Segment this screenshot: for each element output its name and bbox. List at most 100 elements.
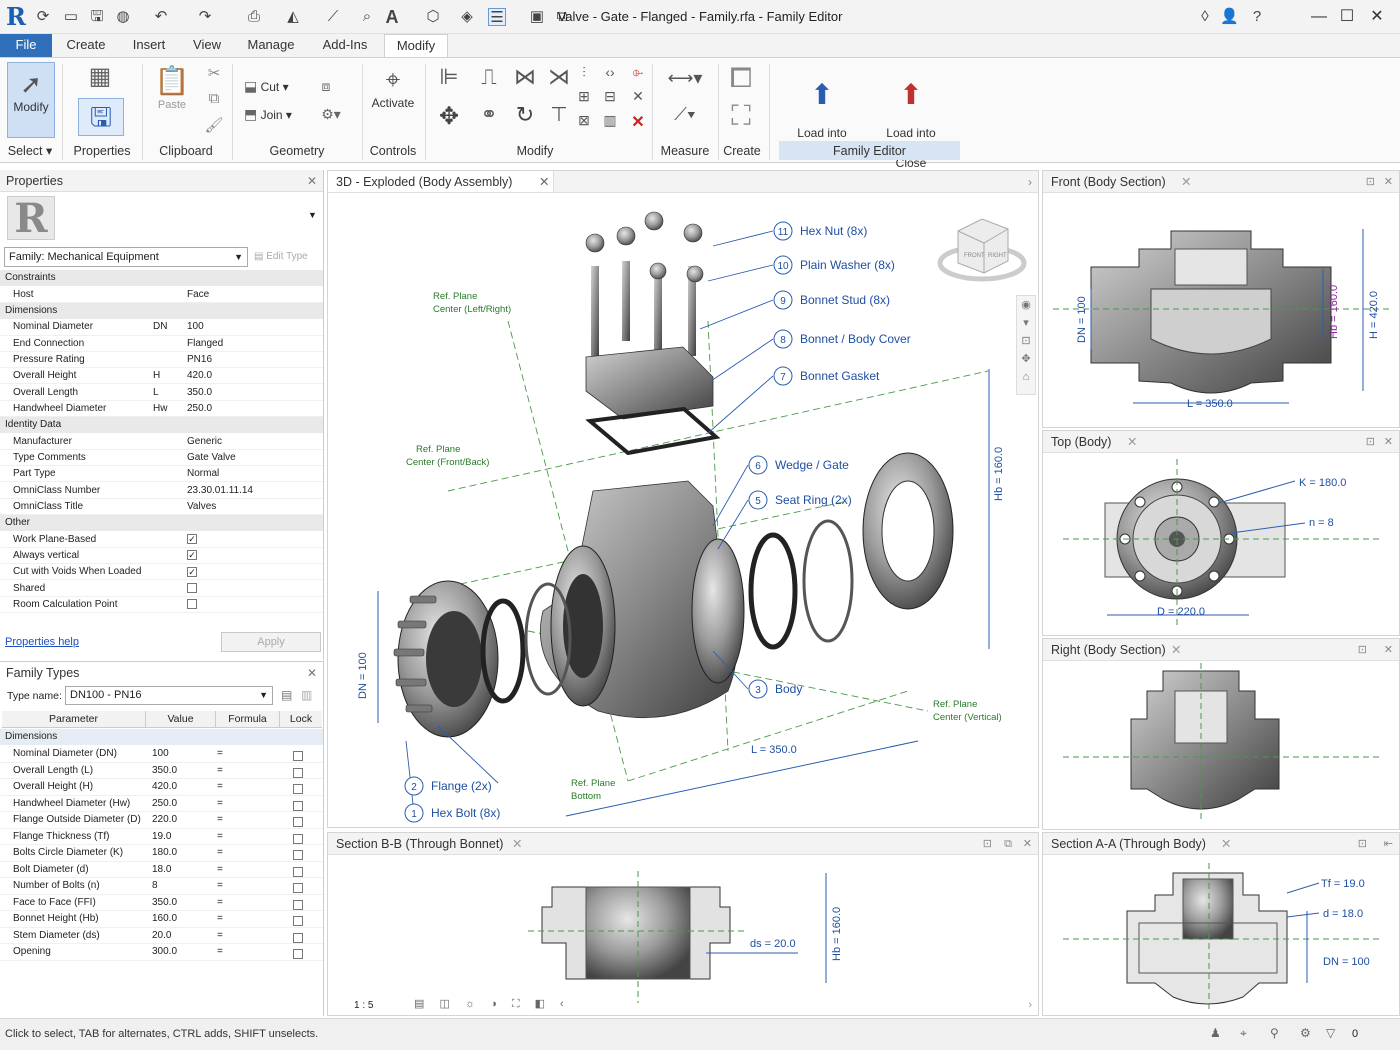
- property-row[interactable]: Room Calculation Point: [0, 597, 323, 614]
- property-group-header[interactable]: Dimensions: [0, 302, 323, 319]
- parameter-value[interactable]: 8: [152, 878, 158, 894]
- parameter-formula[interactable]: =: [217, 763, 223, 779]
- family-type-parameter-row[interactable]: Bolt Diameter (d) 18.0 =: [0, 862, 323, 878]
- help-icon[interactable]: ?: [1248, 8, 1266, 26]
- property-row[interactable]: Shared: [0, 581, 323, 597]
- parameter-formula[interactable]: =: [217, 829, 223, 845]
- property-group-header[interactable]: Other: [0, 515, 323, 532]
- family-selector[interactable]: Family: Mechanical Equipment ▼: [4, 247, 248, 267]
- editable-icon[interactable]: ⌖: [1240, 1026, 1247, 1041]
- rotate-icon[interactable]: ↻: [510, 102, 540, 128]
- close-hidden-icon[interactable]: ▣: [528, 8, 546, 26]
- property-row[interactable]: End Connection Flanged: [0, 336, 323, 352]
- parameter-formula[interactable]: =: [217, 845, 223, 861]
- cut-scissors-icon[interactable]: ✂: [204, 64, 224, 82]
- property-value[interactable]: Generic: [187, 434, 222, 450]
- close-family-types-icon[interactable]: ✕: [307, 662, 317, 684]
- scale-icon[interactable]: ⊠: [574, 112, 594, 129]
- viewcube-front-face[interactable]: FRONT: [964, 253, 985, 259]
- minimize-button[interactable]: —: [1308, 6, 1330, 28]
- family-type-parameter-row[interactable]: Overall Length (L) 350.0 =: [0, 763, 323, 779]
- property-row[interactable]: Pressure Rating PN16: [0, 352, 323, 369]
- user-icon[interactable]: 👤: [1220, 8, 1239, 26]
- pin-icon[interactable]: ⌱: [628, 64, 648, 81]
- type-dropdown-arrow-icon[interactable]: ▼: [308, 210, 317, 220]
- family-type-parameter-row[interactable]: Bolts Circle Diameter (K) 180.0 =: [0, 845, 323, 862]
- 3d-view-icon[interactable]: ⬡: [424, 8, 442, 26]
- close-window-button[interactable]: ✕: [1366, 6, 1388, 28]
- array-icon[interactable]: ⊟: [600, 88, 620, 105]
- detail-level-icon[interactable]: ▤: [414, 998, 424, 1010]
- column-header-lock[interactable]: Lock: [280, 711, 322, 728]
- property-checkbox[interactable]: ✓: [187, 564, 197, 580]
- property-value[interactable]: Gate Valve: [187, 450, 236, 466]
- move-icon[interactable]: ✥: [434, 102, 464, 131]
- property-row[interactable]: OmniClass Number 23.30.01.11.14: [0, 483, 323, 499]
- property-row[interactable]: Nominal Diameter DN 100: [0, 319, 323, 336]
- print-icon[interactable]: ⎙: [245, 8, 263, 26]
- family-type-parameter-row[interactable]: Overall Height (H) 420.0 =: [0, 779, 323, 796]
- parameter-formula[interactable]: =: [217, 895, 223, 911]
- property-value[interactable]: 23.30.01.11.14: [187, 483, 253, 499]
- parameter-value[interactable]: 100: [152, 746, 169, 762]
- split-icon[interactable]: ⫶: [574, 64, 594, 81]
- property-value[interactable]: 350.0: [187, 385, 212, 401]
- family-types-group-header[interactable]: Dimensions: [0, 729, 323, 745]
- property-row[interactable]: Overall Height H 420.0: [0, 368, 323, 385]
- type-name-dropdown[interactable]: DN100 - PN16 ▼: [65, 686, 273, 705]
- scroll-left-icon[interactable]: ‹: [560, 998, 564, 1010]
- view-front[interactable]: Front (Body Section) ✕ ⊡ ✕ DN = 100 Hb =…: [1042, 170, 1400, 428]
- property-value[interactable]: PN16: [187, 352, 212, 368]
- family-type-parameter-row[interactable]: Opening 300.0 =: [0, 944, 323, 961]
- parameter-formula[interactable]: =: [217, 746, 223, 762]
- parameter-formula[interactable]: =: [217, 928, 223, 944]
- parameter-value[interactable]: 300.0: [152, 944, 177, 960]
- parameter-value[interactable]: 20.0: [152, 928, 171, 944]
- new-type-icon[interactable]: ▤: [281, 688, 292, 702]
- property-row[interactable]: Cut with Voids When Loaded ✓: [0, 564, 323, 581]
- copy-element-icon[interactable]: ⚭: [474, 102, 504, 127]
- family-type-parameter-row[interactable]: Stem Diameter (ds) 20.0 =: [0, 928, 323, 944]
- zoom-icon[interactable]: ▾: [1017, 314, 1035, 332]
- family-type-parameter-row[interactable]: Handwheel Diameter (Hw) 250.0 =: [0, 796, 323, 812]
- measure-icon[interactable]: ◭: [284, 8, 302, 26]
- parameter-formula[interactable]: =: [217, 812, 223, 828]
- parameter-value[interactable]: 18.0: [152, 862, 171, 878]
- property-row[interactable]: Handwheel Diameter Hw 250.0: [0, 401, 323, 418]
- family-type-parameter-row[interactable]: Number of Bolts (n) 8 =: [0, 878, 323, 895]
- section-icon[interactable]: ◈: [458, 8, 476, 26]
- revit-logo[interactable]: R: [6, 4, 26, 30]
- property-group-header[interactable]: Constraints: [0, 270, 323, 286]
- worksets-icon[interactable]: ♟: [1210, 1026, 1221, 1040]
- property-row[interactable]: Part Type Normal: [0, 466, 323, 483]
- cut-geometry-button[interactable]: ⬓ Cut ▾: [244, 78, 314, 95]
- apply-button[interactable]: Apply: [221, 632, 321, 652]
- wall-joins-icon[interactable]: ⧈: [316, 78, 336, 95]
- maximize-button[interactable]: ☐: [1336, 6, 1358, 28]
- properties-help-link[interactable]: Properties help: [5, 636, 79, 648]
- select-pinned-icon[interactable]: ⚙: [1300, 1026, 1311, 1040]
- tag-icon[interactable]: ⌕: [358, 8, 376, 26]
- copy-icon[interactable]: ⧉: [204, 90, 224, 107]
- view-top[interactable]: Top (Body) ✕ ⊡ ✕ K = 180.0 n = 8 D = 220…: [1042, 430, 1400, 636]
- family-type-parameter-row[interactable]: Face to Face (FFI) 350.0 =: [0, 895, 323, 911]
- new-icon[interactable]: ▭: [62, 8, 80, 26]
- view-scale[interactable]: 1 : 5: [354, 1000, 373, 1011]
- undo-icon[interactable]: ↶: [152, 8, 170, 26]
- property-checkbox[interactable]: [187, 597, 197, 613]
- column-header-formula[interactable]: Formula: [216, 711, 280, 728]
- property-row[interactable]: Host Face: [0, 287, 323, 303]
- parameter-formula[interactable]: =: [217, 944, 223, 960]
- properties-icon[interactable]: 🖫: [78, 98, 124, 136]
- mirror-draw-icon[interactable]: ⋊: [544, 64, 574, 90]
- visual-style-icon[interactable]: ◫: [439, 998, 449, 1010]
- viewcube[interactable]: FRONT RIGHT: [937, 218, 1027, 282]
- parameter-lock-checkbox[interactable]: [293, 947, 303, 963]
- property-value[interactable]: Valves: [187, 499, 216, 515]
- tab-view[interactable]: View: [186, 34, 228, 58]
- align-icon[interactable]: ⊫: [434, 64, 464, 90]
- text-icon[interactable]: A: [383, 8, 401, 26]
- sun-path-icon[interactable]: ☼: [465, 998, 475, 1010]
- view-right[interactable]: Right (Body Section) ✕ ⊡ ✕: [1042, 638, 1400, 830]
- parameter-value[interactable]: 250.0: [152, 796, 177, 812]
